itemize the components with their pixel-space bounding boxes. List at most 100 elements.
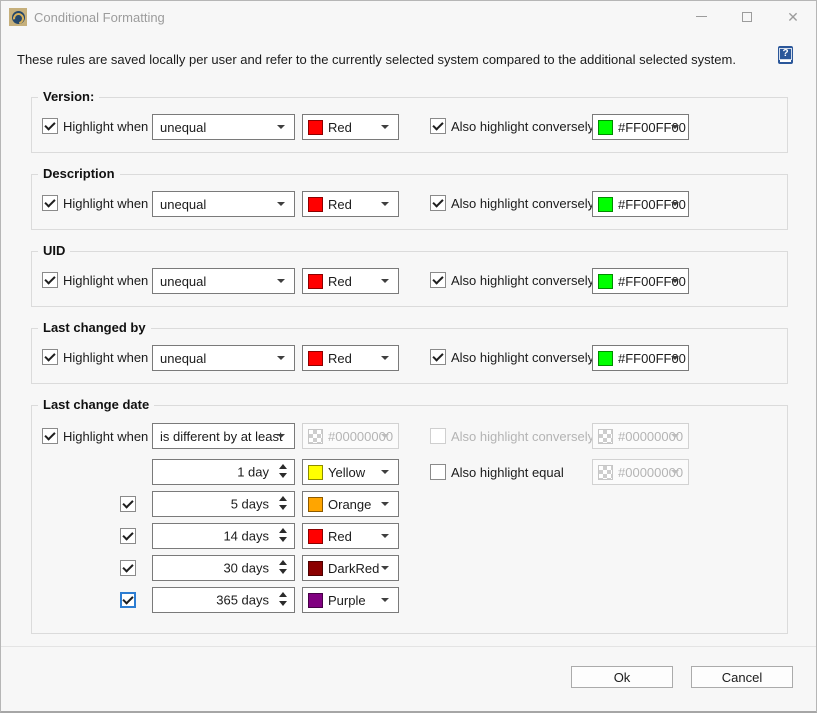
chevron-down-icon (381, 356, 389, 360)
threshold-checkbox[interactable] (120, 528, 136, 544)
chevron-down-icon (381, 470, 389, 474)
spin-up-icon[interactable] (279, 560, 287, 565)
window-controls: ✕ (678, 1, 816, 32)
close-button[interactable]: ✕ (770, 1, 816, 32)
group-description: Description Highlight when unequal Red A… (31, 174, 788, 230)
chevron-down-icon (671, 356, 679, 360)
days-spinner[interactable]: 365 days (152, 587, 295, 613)
color-swatch (598, 274, 613, 289)
threshold-color-select[interactable]: Orange (302, 491, 399, 517)
transparent-swatch (598, 429, 613, 444)
chevron-down-icon (277, 434, 285, 438)
condition-select[interactable]: unequal (152, 114, 295, 140)
highlight-when-checkbox[interactable] (42, 195, 58, 211)
color-swatch (308, 561, 323, 576)
chevron-down-icon (277, 125, 285, 129)
chevron-down-icon (381, 534, 389, 538)
equal-checkbox[interactable] (430, 464, 446, 480)
spin-down-icon[interactable] (279, 569, 287, 574)
highlight-color-select[interactable]: Red (302, 191, 399, 217)
condition-select[interactable]: is different by at least (152, 423, 295, 449)
spin-up-icon[interactable] (279, 592, 287, 597)
conversely-color-select-disabled: #00000000 (592, 423, 689, 449)
conversely-label: Also highlight conversely (451, 119, 594, 134)
condition-select[interactable]: unequal (152, 345, 295, 371)
threshold-checkbox[interactable] (120, 560, 136, 576)
cancel-button[interactable]: Cancel (691, 666, 793, 688)
dialog-description: These rules are saved locally per user a… (17, 52, 736, 67)
transparent-swatch (308, 429, 323, 444)
chevron-down-icon (381, 279, 389, 283)
conversely-checkbox[interactable] (430, 118, 446, 134)
highlight-when-checkbox[interactable] (42, 118, 58, 134)
highlight-when-checkbox[interactable] (42, 272, 58, 288)
chevron-down-icon (671, 434, 679, 438)
highlight-when-checkbox[interactable] (42, 428, 58, 444)
ok-button[interactable]: Ok (571, 666, 673, 688)
group-version: Version: Highlight when unequal Red Also… (31, 97, 788, 153)
highlight-when-label: Highlight when (63, 273, 148, 288)
days-spinner[interactable]: 14 days (152, 523, 295, 549)
spin-up-icon[interactable] (279, 496, 287, 501)
color-swatch (308, 593, 323, 608)
color-swatch (308, 274, 323, 289)
spin-up-icon[interactable] (279, 528, 287, 533)
help-book-icon[interactable]: ? (778, 46, 793, 64)
conversely-color-select[interactable]: #FF00FF00 (592, 268, 689, 294)
close-icon: ✕ (787, 10, 799, 24)
highlight-color-select[interactable]: Red (302, 268, 399, 294)
chevron-down-icon (277, 202, 285, 206)
conversely-label: Also highlight conversely (451, 350, 594, 365)
chevron-down-icon (381, 202, 389, 206)
highlight-color-select[interactable]: Red (302, 114, 399, 140)
spin-up-icon[interactable] (279, 464, 287, 469)
highlight-when-label: Highlight when (63, 196, 148, 211)
threshold-color-select[interactable]: Purple (302, 587, 399, 613)
condition-select[interactable]: unequal (152, 191, 295, 217)
group-title: Last changed by (38, 320, 151, 335)
highlight-when-label: Highlight when (63, 429, 148, 444)
threshold-color-select[interactable]: DarkRed (302, 555, 399, 581)
conversely-checkbox[interactable] (430, 195, 446, 211)
threshold-color-select[interactable]: Red (302, 523, 399, 549)
spin-down-icon[interactable] (279, 537, 287, 542)
highlight-color-select[interactable]: Red (302, 345, 399, 371)
days-spinner[interactable]: 30 days (152, 555, 295, 581)
color-swatch (308, 529, 323, 544)
chevron-down-icon (381, 125, 389, 129)
color-swatch (308, 351, 323, 366)
maximize-button[interactable] (724, 1, 770, 32)
conversely-color-select[interactable]: #FF00FF00 (592, 345, 689, 371)
chevron-down-icon (671, 279, 679, 283)
group-title: Last change date (38, 397, 154, 412)
threshold-color-select[interactable]: Yellow (302, 459, 399, 485)
conversely-checkbox[interactable] (430, 272, 446, 288)
group-last-changed-by: Last changed by Highlight when unequal R… (31, 328, 788, 384)
color-swatch (308, 197, 323, 212)
conversely-color-select[interactable]: #FF00FF00 (592, 114, 689, 140)
days-spinner[interactable]: 1 day (152, 459, 295, 485)
condition-color-select-disabled: #00000000 (302, 423, 399, 449)
chevron-down-icon (277, 356, 285, 360)
title-bar: Conditional Formatting ✕ (1, 1, 816, 33)
condition-select[interactable]: unequal (152, 268, 295, 294)
spin-down-icon[interactable] (279, 505, 287, 510)
conversely-checkbox[interactable] (430, 349, 446, 365)
minimize-button[interactable] (678, 1, 724, 32)
spin-down-icon[interactable] (279, 601, 287, 606)
conversely-color-select[interactable]: #FF00FF00 (592, 191, 689, 217)
conversely-label: Also highlight conversely (451, 196, 594, 211)
equal-label: Also highlight equal (451, 465, 564, 480)
highlight-when-checkbox[interactable] (42, 349, 58, 365)
color-swatch (308, 120, 323, 135)
highlight-when-label: Highlight when (63, 350, 148, 365)
threshold-checkbox-focused[interactable] (120, 592, 136, 608)
conditional-formatting-dialog: Conditional Formatting ✕ These rules are… (0, 0, 817, 713)
chevron-down-icon (671, 470, 679, 474)
maximize-icon (742, 12, 752, 22)
equal-color-select-disabled: #00000000 (592, 459, 689, 485)
color-swatch (598, 197, 613, 212)
days-spinner[interactable]: 5 days (152, 491, 295, 517)
spin-down-icon[interactable] (279, 473, 287, 478)
threshold-checkbox[interactable] (120, 496, 136, 512)
